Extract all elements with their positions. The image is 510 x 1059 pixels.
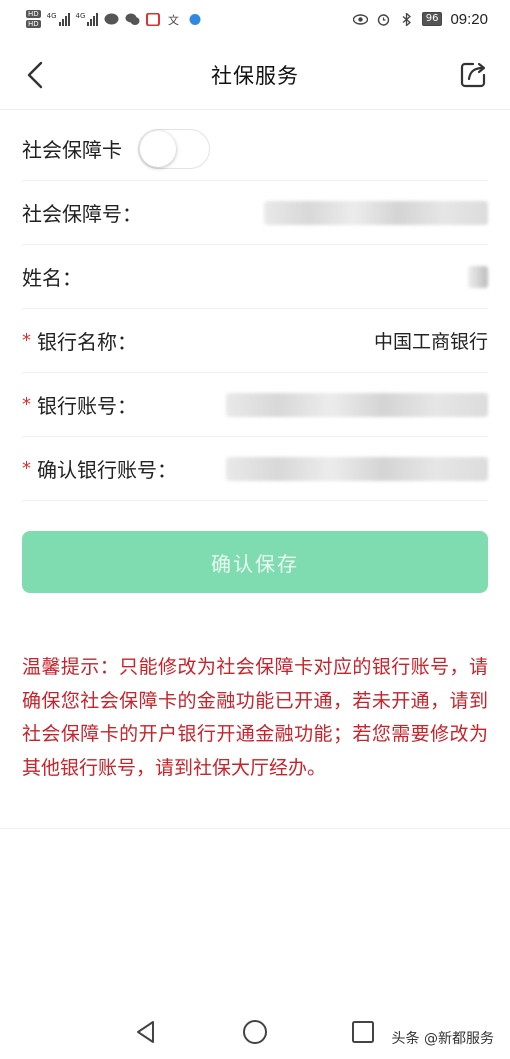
watermark: 头条 @新都服务 [391, 1031, 494, 1047]
home-circle-icon[interactable] [241, 1018, 269, 1046]
bank-name-value[interactable]: 中国工商银行 [374, 327, 488, 354]
hd-badges: HD HD [26, 10, 41, 28]
hd-badge: HD [26, 20, 41, 28]
name-label: 姓名： [22, 266, 82, 290]
divider [0, 828, 510, 829]
status-right: 96 09:20 [352, 10, 488, 28]
eye-icon [352, 13, 368, 25]
warm-tip-notice: 温馨提示：只能修改为社会保障卡对应的银行账号，请确保您社会保障卡的金融功能已开通… [22, 656, 488, 779]
bank-name-label: 银行名称： [37, 330, 137, 354]
network-label: 4G [46, 12, 57, 20]
alarm-icon [377, 13, 389, 26]
system-nav-bar: 头条 @新都服务 [0, 1000, 510, 1059]
signal-icon: 4G [47, 12, 70, 26]
hd-badge: HD [26, 10, 41, 18]
share-icon[interactable] [456, 58, 490, 92]
social-card-toggle[interactable] [138, 128, 210, 169]
chat-bubble-icon [104, 13, 119, 24]
recents-square-icon[interactable] [349, 1018, 377, 1046]
social-number-value-redacted [264, 200, 488, 225]
clock: 09:20 [450, 10, 488, 28]
bluetooth-icon [402, 12, 411, 26]
svg-text:文: 文 [168, 13, 179, 26]
name-value-redacted [468, 265, 488, 288]
back-triangle-icon[interactable] [132, 1018, 160, 1046]
translate-icon: 文 [168, 13, 179, 26]
wechat-icon [125, 13, 140, 25]
app-notification-icon [146, 12, 161, 26]
bank-account-field[interactable] [226, 392, 488, 417]
status-left: HD HD 4G 4G 文 [26, 10, 203, 28]
status-bar: HD HD 4G 4G 文 96 09:20 [0, 0, 510, 38]
name-row: 姓名： [22, 245, 488, 309]
battery-indicator: 96 [421, 12, 443, 26]
required-mark: * [22, 458, 31, 479]
social-number-row: 社会保障号： [22, 181, 488, 245]
toggle-knob [140, 130, 176, 167]
page-title: 社保服务 [211, 64, 299, 88]
social-card-label: 社会保障卡 [22, 138, 122, 162]
social-number-label: 社会保障号： [22, 202, 142, 226]
confirm-account-label: 确认银行账号： [37, 458, 177, 482]
social-card-row: 社会保障卡 [22, 117, 488, 181]
blue-app-icon [189, 13, 201, 25]
bank-name-row[interactable]: * 银行名称： 中国工商银行 [22, 309, 488, 373]
confirm-account-row: * 确认银行账号： [22, 437, 488, 501]
required-mark: * [22, 330, 31, 351]
bank-info-form: 社会保障卡 社会保障号： 姓名： * 银行名称： 中国工商银行 * 银行账号： … [0, 117, 510, 501]
required-mark: * [22, 394, 31, 415]
bank-account-label: 银行账号： [37, 394, 137, 418]
bank-account-row: * 银行账号： [22, 373, 488, 437]
confirm-account-field[interactable] [226, 456, 488, 481]
signal-icon: 4G [76, 12, 99, 26]
network-label: 4G [75, 12, 86, 20]
title-bar: 社保服务 [0, 38, 510, 110]
confirm-save-button[interactable]: 确认保存 [22, 531, 488, 593]
